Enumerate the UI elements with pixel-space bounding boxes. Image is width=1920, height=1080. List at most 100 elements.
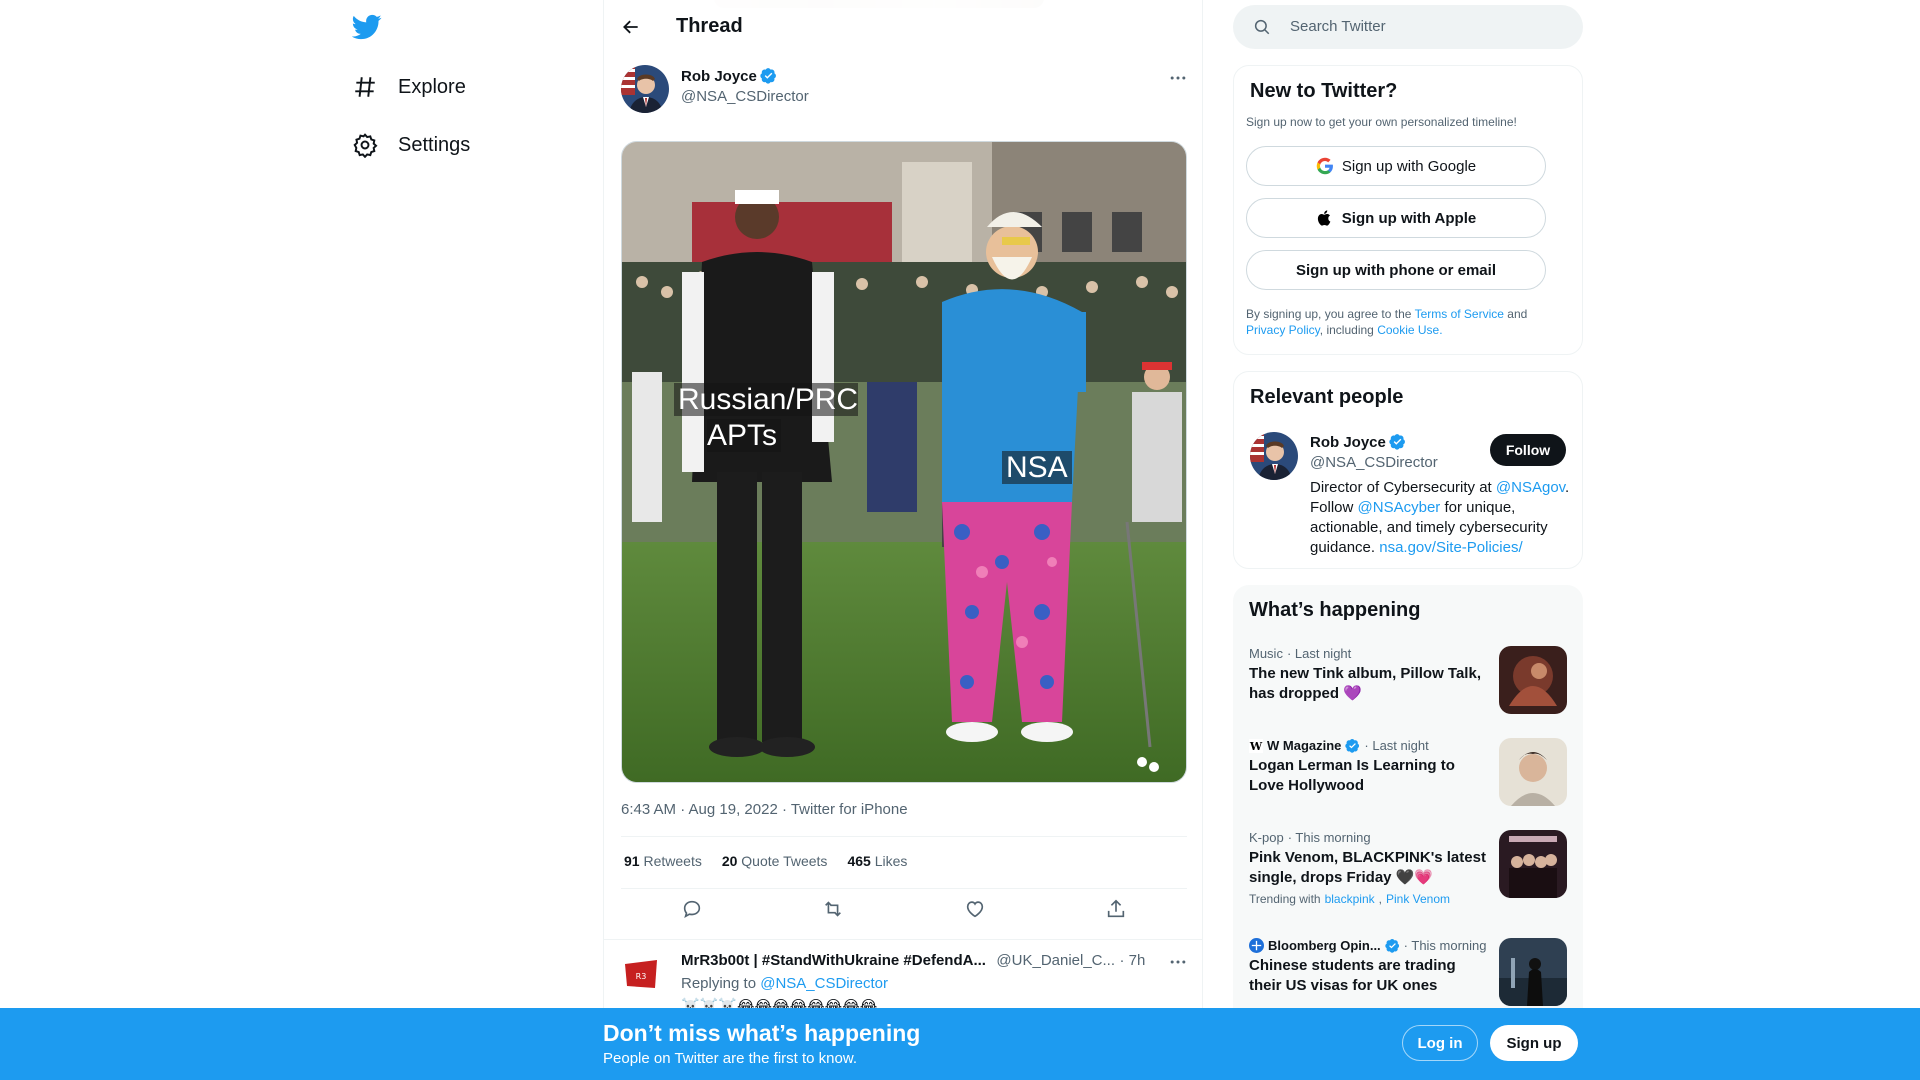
trending-link-pink-venom[interactable]: Pink Venom <box>1386 892 1450 906</box>
search-bar[interactable]: Search Twitter <box>1233 5 1583 49</box>
reply-icon[interactable] <box>681 898 703 920</box>
like-icon[interactable] <box>964 898 986 920</box>
terms-of-service-link[interactable]: Terms of Service <box>1415 307 1504 321</box>
trend-thumbnail <box>1499 738 1567 806</box>
google-icon <box>1316 157 1334 175</box>
reply-header: MrR3b00t | #StandWithUkraine #DefendA...… <box>681 952 1145 970</box>
svg-text:R3: R3 <box>636 972 647 981</box>
new-to-twitter-title: New to Twitter? <box>1250 80 1398 102</box>
likes-stat[interactable]: 465 Likes <box>847 853 907 869</box>
whats-happening-card: What’s happening Music · Last night The n… <box>1233 585 1583 1025</box>
divider <box>621 888 1187 889</box>
bio-link-nsacyber[interactable]: @NSAcyber <box>1358 499 1441 516</box>
tweet-image[interactable]: Russian/PRC APTs NSA <box>621 141 1187 783</box>
page-title: Thread <box>676 15 743 37</box>
w-magazine-logo-icon: W <box>1249 738 1263 753</box>
trend-item[interactable]: Music · Last night The new Tink album, Pi… <box>1249 646 1567 716</box>
trend-headline: The new Tink album, Pillow Talk, has dro… <box>1249 665 1481 702</box>
replying-to: Replying to @NSA_CSDirector <box>681 975 888 992</box>
cookie-use-link[interactable]: Cookie Use. <box>1377 323 1442 337</box>
login-button[interactable]: Log in <box>1402 1025 1478 1061</box>
signup-google-button[interactable]: Sign up with Google <box>1246 146 1546 186</box>
meme-label-right: NSA <box>1002 450 1072 486</box>
thread-header: Thread <box>604 0 1202 53</box>
nav-explore-label: Explore <box>398 75 466 98</box>
hashtag-icon <box>352 74 378 100</box>
nav-explore[interactable]: Explore <box>352 65 466 109</box>
new-to-twitter-subtitle: Sign up now to get your own personalized… <box>1246 115 1517 129</box>
reply-author-handle[interactable]: @UK_Daniel_C... <box>996 952 1115 969</box>
search-icon <box>1253 18 1271 36</box>
signup-apple-label: Sign up with Apple <box>1341 209 1477 227</box>
relevant-people-card: Relevant people Rob Joyce @NSA_CSDirecto… <box>1233 371 1583 569</box>
bottom-bar-title: Don’t miss what’s happening <box>603 1020 921 1046</box>
verified-badge-icon <box>1345 738 1360 753</box>
twitter-logo-icon[interactable] <box>352 12 382 42</box>
search-input[interactable]: Search Twitter <box>1290 18 1386 35</box>
new-to-twitter-card: New to Twitter? Sign up now to get your … <box>1233 65 1583 355</box>
relevant-name-line: Rob Joyce <box>1310 433 1406 452</box>
relevant-bio: Director of Cybersecurity at @NSAgov. Fo… <box>1310 479 1570 556</box>
reply-author-name[interactable]: MrR3b00t | #StandWithUkraine #DefendA... <box>681 952 986 969</box>
trend-headline: Chinese students are trading their US vi… <box>1249 957 1456 994</box>
retweet-icon[interactable] <box>822 898 844 920</box>
trend-item[interactable]: W W Magazine · Last night Logan Lerman I… <box>1249 738 1567 808</box>
replying-to-link[interactable]: @NSA_CSDirector <box>760 975 888 992</box>
trend-thumbnail <box>1499 646 1567 714</box>
back-button[interactable] <box>616 12 646 42</box>
svg-text:W: W <box>1249 740 1263 753</box>
terms-text: By signing up, you agree to the Terms of… <box>1246 307 1528 337</box>
verified-badge-icon <box>1384 938 1399 953</box>
verified-badge-icon <box>1389 434 1405 450</box>
author-name[interactable]: Rob Joyce <box>681 68 757 85</box>
share-icon[interactable] <box>1105 898 1127 920</box>
trend-headline: Pink Venom, BLACKPINK's latest single, d… <box>1249 849 1486 886</box>
apple-icon <box>1316 209 1334 227</box>
tweet-actions <box>621 898 1187 920</box>
reply-tweet[interactable]: R3 MrR3b00t | #StandWithUkraine #DefendA… <box>604 939 1202 1015</box>
signup-prompt-bar: Don’t miss what’s happening People on Tw… <box>0 1008 1920 1080</box>
tweet-stats: 91 Retweets 20 Quote Tweets 465 Likes <box>624 853 907 869</box>
reply-more-icon[interactable] <box>1168 952 1188 972</box>
more-options-icon[interactable] <box>1168 68 1188 88</box>
relevant-name[interactable]: Rob Joyce <box>1310 434 1386 451</box>
reply-time[interactable]: · 7h <box>1119 952 1145 969</box>
signup-google-label: Sign up with Google <box>1341 157 1477 175</box>
arrow-left-icon <box>623 20 638 34</box>
trend-headline: Logan Lerman Is Learning to Love Hollywo… <box>1249 757 1455 794</box>
author-avatar[interactable] <box>621 65 669 113</box>
trend-item[interactable]: K-pop · This morning Pink Venom, BLACKPIN… <box>1249 830 1567 920</box>
quote-tweets-stat[interactable]: 20 Quote Tweets <box>722 853 828 869</box>
tweet-timestamp[interactable]: 6:43 AM · Aug 19, 2022 · Twitter for iPh… <box>621 801 908 818</box>
nav-settings[interactable]: Settings <box>352 123 470 167</box>
signup-apple-button[interactable]: Sign up with Apple <box>1246 198 1546 238</box>
relevant-people-title: Relevant people <box>1250 386 1404 408</box>
left-nav: Explore Settings <box>340 0 600 1080</box>
author-handle[interactable]: @NSA_CSDirector <box>681 88 809 105</box>
nav-settings-label: Settings <box>398 133 471 156</box>
right-sidebar: Search Twitter New to Twitter? Sign up n… <box>1233 0 1583 1080</box>
bottom-bar-subtitle: People on Twitter are the first to know. <box>603 1050 858 1067</box>
bloomberg-logo-icon <box>1249 938 1264 953</box>
trend-thumbnail <box>1499 938 1567 1006</box>
relevant-handle[interactable]: @NSA_CSDirector <box>1310 454 1438 471</box>
signup-phone-email-button[interactable]: Sign up with phone or email <box>1246 250 1546 290</box>
follow-button[interactable]: Follow <box>1490 434 1566 466</box>
gear-icon <box>352 132 378 158</box>
reply-avatar[interactable]: R3 <box>621 954 661 994</box>
meme-label-left: Russian/PRC APTs <box>674 382 859 454</box>
thread-column: Thread Rob Joyce @NSA_CSDirector Russian… <box>603 0 1203 1080</box>
bio-link-nsagov[interactable]: @NSAgov <box>1496 479 1565 496</box>
trend-thumbnail <box>1499 830 1567 898</box>
author-name-line: Rob Joyce <box>681 67 777 86</box>
bio-link-site-policies[interactable]: nsa.gov/Site-Policies/ <box>1379 539 1522 556</box>
whats-happening-title: What’s happening <box>1249 599 1421 621</box>
signup-phone-label: Sign up with phone or email <box>1295 261 1496 279</box>
retweets-stat[interactable]: 91 Retweets <box>624 853 702 869</box>
divider <box>621 836 1187 837</box>
signup-button[interactable]: Sign up <box>1490 1025 1578 1061</box>
privacy-policy-link[interactable]: Privacy Policy <box>1246 323 1320 337</box>
trend-item[interactable]: Bloomberg Opin... · This morning Chinese… <box>1249 938 1567 1008</box>
trending-link-blackpink[interactable]: blackpink <box>1325 892 1375 906</box>
relevant-avatar[interactable] <box>1250 432 1298 480</box>
